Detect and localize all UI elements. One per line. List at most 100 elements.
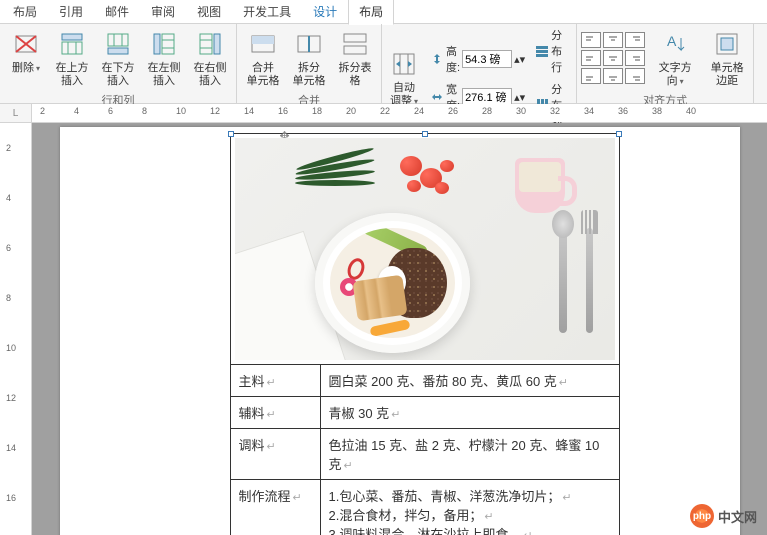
align-tl[interactable] [581,32,601,48]
table-row-seasoning: 调料 色拉油 15 克、盐 2 克、柠檬汁 20 克、蜂蜜 10 克 [230,429,619,480]
process-line-2: 2.混合食材，拌匀，备用； [329,505,611,524]
selection-handle-tc[interactable] [422,131,428,137]
image-cell[interactable] [230,134,619,365]
ribbon: 删除 在上方插入 在下方插入 在左侧插入 [0,24,767,104]
split-cells-button[interactable]: 拆分 单元格 [287,26,331,90]
insert-left-icon [148,28,180,60]
seasoning-value-cell[interactable]: 色拉油 15 克、盐 2 克、柠檬汁 20 克、蜂蜜 10 克 [320,429,619,480]
watermark-logo: php [690,504,714,528]
delete-button[interactable]: 删除 [4,26,48,77]
insert-above-label: 在上方插入 [52,62,92,88]
insert-below-label: 在下方插入 [98,62,138,88]
align-bl[interactable] [581,68,601,84]
tab-developer[interactable]: 开发工具 [232,0,302,25]
insert-right-label: 在右侧插入 [190,62,230,88]
delete-label: 删除 [12,62,40,75]
process-line-3: 3.调味料混合，淋在沙拉上即食。 [329,524,611,535]
split-table-icon [339,28,371,60]
insert-above-icon [56,28,88,60]
cell-margins-label: 单元格 边距 [711,62,744,88]
height-input[interactable] [462,50,512,68]
main-label-cell[interactable]: 主料 [230,365,320,397]
side-value-cell[interactable]: 青椒 30 克 [320,397,619,429]
align-bc[interactable] [603,68,623,84]
height-icon [430,52,444,66]
food-image[interactable] [235,138,615,360]
tab-bar: 布局 引用 邮件 审阅 视图 开发工具 设计 布局 [0,0,767,24]
main-value-cell[interactable]: 圆白菜 200 克、番茄 80 克、黄瓜 60 克 [320,365,619,397]
insert-right-button[interactable]: 在右侧插入 [188,26,232,90]
insert-left-button[interactable]: 在左侧插入 [142,26,186,90]
ruler-vertical[interactable]: 246810121416 [0,123,32,535]
page[interactable]: ✥ [60,127,740,535]
tab-review[interactable]: 审阅 [140,0,186,25]
insert-above-button[interactable]: 在上方插入 [50,26,94,90]
dist-rows-icon [535,44,549,58]
seasoning-label-cell[interactable]: 调料 [230,429,320,480]
split-table-label: 拆分表格 [335,62,375,88]
ribbon-group-rows-cols: 删除 在上方插入 在下方插入 在左侧插入 [0,24,237,103]
insert-left-label: 在左侧插入 [144,62,184,88]
svg-text:A: A [667,33,677,49]
align-ml[interactable] [581,50,601,66]
side-label-cell[interactable]: 辅料 [230,397,320,429]
autofit-button[interactable]: 自动调整 [386,46,422,110]
align-tr[interactable] [625,32,645,48]
text-direction-button[interactable]: A 文字方向 [653,26,697,90]
insert-below-button[interactable]: 在下方插入 [96,26,140,90]
ribbon-group-sort: AZ 排序 [754,24,767,103]
watermark: php 中文网 [690,504,757,528]
selection-handle-tr[interactable] [616,131,622,137]
process-value-cell[interactable]: 1.包心菜、番茄、青椒、洋葱洗净切片； 2.混合食材，拌匀，备用； 3.调味料混… [320,480,619,535]
insert-below-icon [102,28,134,60]
align-mr[interactable] [625,50,645,66]
dist-rows-label: 分布行 [551,27,570,75]
tab-layout-sub[interactable]: 布局 [2,0,48,25]
dist-rows-button[interactable]: 分布行 [533,26,572,76]
watermark-text: 中文网 [718,507,757,526]
ribbon-group-cellsize: 自动调整 高度: ▴▾ 宽度: ▴▾ 分布行 [382,24,577,103]
tab-layout[interactable]: 布局 [348,0,394,25]
ruler-area: L 246810121416182022242628303234363840 [0,104,767,123]
sort-button[interactable]: AZ 排序 [758,26,767,77]
tab-view[interactable]: 视图 [186,0,232,25]
tab-reference[interactable]: 引用 [48,0,94,25]
split-cells-label: 拆分 单元格 [293,62,326,88]
tab-design[interactable]: 设计 [302,0,348,25]
merge-cells-label: 合并 单元格 [247,62,280,88]
ribbon-group-merge: 合并 单元格 拆分 单元格 拆分表格 合并 [237,24,382,103]
table-row-process: 制作流程 1.包心菜、番茄、青椒、洋葱洗净切片； 2.混合食材，拌匀，备用； 3… [230,480,619,535]
merge-cells-icon [247,28,279,60]
text-direction-icon: A [659,28,691,60]
width-icon [430,90,444,104]
table-row-side: 辅料 青椒 30 克 [230,397,619,429]
selection-handle-tl[interactable] [228,131,234,137]
align-grid [581,32,645,84]
recipe-table[interactable]: 主料 圆白菜 200 克、番茄 80 克、黄瓜 60 克 辅料 青椒 30 克 … [230,133,620,535]
tab-mail[interactable]: 邮件 [94,0,140,25]
spinner-icon[interactable]: ▴▾ [514,91,525,104]
ribbon-group-align: A 文字方向 单元格 边距 对齐方式 [577,24,754,103]
align-mc[interactable] [603,50,623,66]
split-table-button[interactable]: 拆分表格 [333,26,377,90]
split-cells-icon [293,28,325,60]
insert-right-icon [194,28,226,60]
align-br[interactable] [625,68,645,84]
text-direction-label: 文字方向 [655,62,695,88]
delete-icon [10,28,42,60]
height-row[interactable]: 高度: ▴▾ [428,42,527,76]
cell-margins-button[interactable]: 单元格 边距 [705,26,749,90]
spinner-icon[interactable]: ▴▾ [514,53,525,66]
autofit-icon [388,48,420,80]
ruler-horizontal[interactable]: 246810121416182022242628303234363840 [32,104,767,122]
height-label: 高度: [446,43,460,75]
process-label-cell[interactable]: 制作流程 [230,480,320,535]
align-tc[interactable] [603,32,623,48]
process-line-1: 1.包心菜、番茄、青椒、洋葱洗净切片； [329,486,611,505]
document-area: 246810121416 ✥ [0,123,767,535]
ruler-corner: L [0,104,32,122]
table-row-image [230,134,619,365]
cell-margins-icon [711,28,743,60]
table-row-main: 主料 圆白菜 200 克、番茄 80 克、黄瓜 60 克 [230,365,619,397]
merge-cells-button[interactable]: 合并 单元格 [241,26,285,90]
